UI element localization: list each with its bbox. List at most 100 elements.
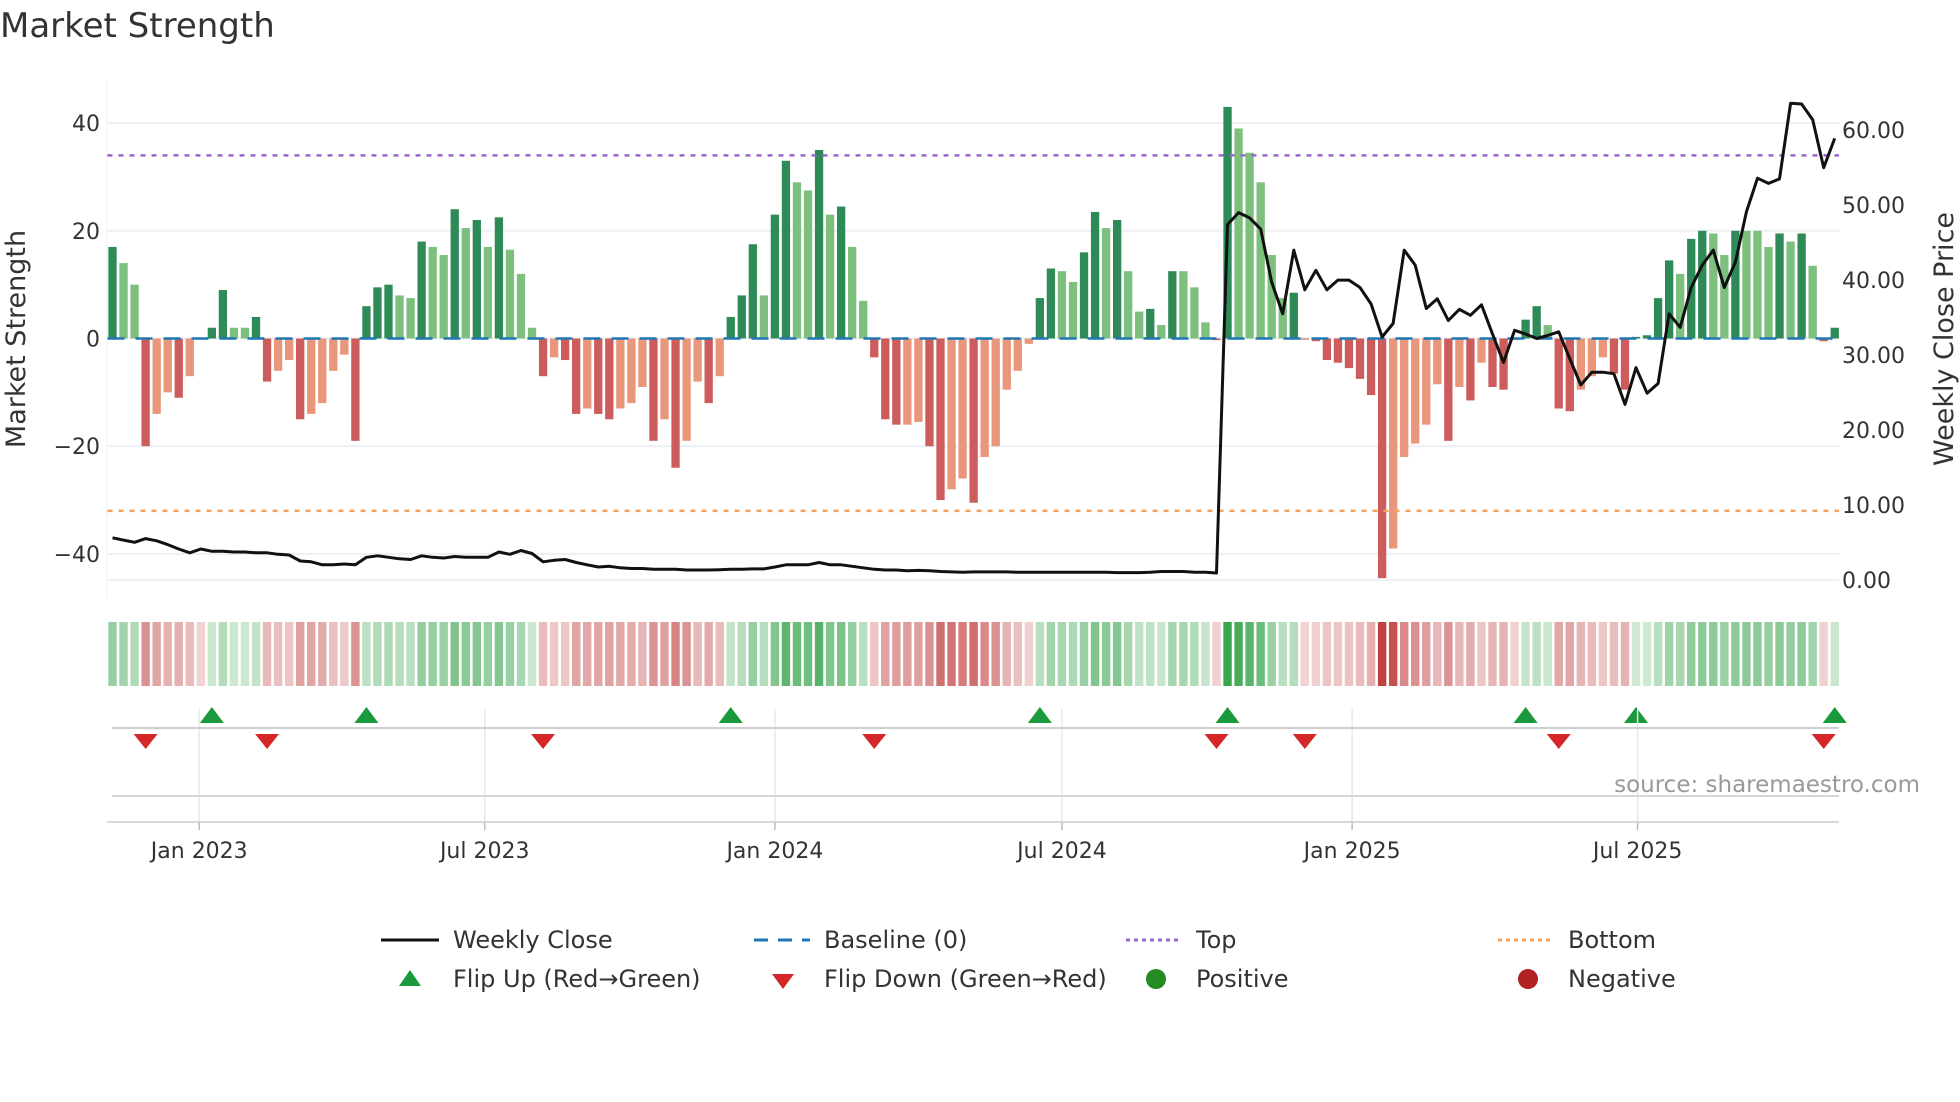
- strip-cell: [638, 622, 647, 686]
- strength-bar: [1068, 281, 1078, 339]
- legend-baseline[interactable]: Baseline (0): [754, 925, 967, 955]
- strip-cell: [549, 622, 559, 686]
- strength-bar: [1190, 287, 1199, 339]
- strength-bar: [914, 338, 923, 422]
- strength-bar: [1609, 338, 1619, 374]
- flip-up-marker: [354, 707, 379, 723]
- strength-bar: [638, 338, 647, 387]
- x-tick-label: Jan 2024: [724, 839, 823, 864]
- strength-bar: [229, 327, 239, 339]
- strength-bar: [251, 316, 261, 339]
- strip-cell: [1411, 622, 1420, 686]
- strength-bar: [737, 295, 746, 339]
- strength-bar: [318, 338, 327, 404]
- strength-bar: [1355, 338, 1365, 379]
- strength-heat-strip: [108, 622, 1839, 686]
- strip-cell: [980, 622, 989, 686]
- strip-cell: [1565, 622, 1574, 686]
- strength-bar: [759, 295, 769, 339]
- strip-cell: [1532, 622, 1541, 686]
- strip-cell: [439, 622, 448, 686]
- strip-cell: [273, 622, 283, 686]
- strength-bar: [958, 338, 967, 479]
- strip-cell: [903, 622, 912, 686]
- flip-down-marker: [133, 734, 158, 749]
- strength-bar: [1797, 233, 1806, 339]
- strength-bar: [814, 150, 824, 339]
- strength-bar: [1653, 298, 1663, 339]
- strip-cell: [1377, 622, 1387, 686]
- strip-cell: [1013, 622, 1022, 686]
- strip-cell: [1300, 622, 1310, 686]
- strip-cell: [1609, 622, 1619, 686]
- strength-bar: [649, 338, 658, 441]
- x-axis: Jan 2023 Jul 2023 Jan 2024 Jul 2024 Jan 2025…: [107, 709, 1839, 864]
- strip-cell: [307, 622, 316, 686]
- strength-bar: [594, 338, 603, 414]
- strength-bar: [472, 220, 481, 339]
- strength-bar: [1742, 230, 1751, 339]
- strength-bar: [1046, 268, 1056, 339]
- strip-cell: [1598, 622, 1608, 686]
- strip-cell: [395, 622, 404, 686]
- legend-label: Weekly Close: [453, 926, 613, 954]
- strip-cell: [185, 622, 194, 686]
- strength-bar: [1422, 338, 1431, 425]
- strength-bar: [218, 290, 228, 339]
- strength-bar: [1146, 308, 1155, 339]
- strength-bar: [384, 284, 393, 339]
- strength-bar: [892, 338, 901, 425]
- strip-cell: [947, 622, 956, 686]
- strength-bar: [1377, 338, 1387, 579]
- strip-cell: [1267, 622, 1276, 686]
- legend-weekly-close[interactable]: Weekly Close: [381, 925, 613, 955]
- legend-bottom[interactable]: Bottom: [1498, 925, 1656, 955]
- strength-bar: [1676, 273, 1685, 339]
- strength-bar: [351, 338, 360, 441]
- legend-flip-up[interactable]: Flip Up (Red→Green): [381, 964, 701, 994]
- strength-bar: [1532, 306, 1541, 339]
- strength-bar: [362, 306, 371, 339]
- strength-bar: [715, 338, 724, 377]
- strength-bar: [560, 338, 570, 361]
- strip-cell: [362, 622, 371, 686]
- x-tick-label: Jan 2025: [1302, 839, 1401, 864]
- strip-cell: [969, 622, 978, 686]
- legend-positive[interactable]: Positive: [1126, 964, 1289, 994]
- strength-bar: [1256, 182, 1265, 339]
- x-tick-label: Jul 2023: [438, 839, 530, 864]
- strip-cell: [1256, 622, 1265, 686]
- strip-cell: [240, 622, 250, 686]
- left-axis-ticks: 40 20 0 −20 −40: [54, 112, 100, 568]
- strength-bar: [704, 338, 713, 404]
- legend-flip-down[interactable]: Flip Down (Green→Red): [754, 964, 1107, 994]
- strength-bar: [1455, 338, 1464, 387]
- flip-up-marker: [1624, 707, 1649, 723]
- strength-bar: [505, 249, 515, 339]
- legend-negative[interactable]: Negative: [1498, 964, 1676, 994]
- y2-tick-label: 40.00: [1842, 269, 1905, 294]
- strength-bar: [1808, 265, 1817, 339]
- strength-bar: [1587, 338, 1597, 377]
- strip-cell: [1057, 622, 1067, 686]
- legend-top[interactable]: Top: [1126, 925, 1237, 955]
- strip-cell: [859, 622, 868, 686]
- flip-down-marker: [1546, 734, 1571, 749]
- strength-bar: [538, 338, 548, 377]
- strength-bar: [1322, 338, 1332, 361]
- strip-cell: [1388, 622, 1398, 686]
- strength-bar: [1035, 298, 1045, 339]
- y2-tick-label: 10.00: [1842, 494, 1905, 519]
- strip-cell: [682, 622, 691, 686]
- strip-cell: [329, 622, 338, 686]
- strength-bar: [770, 214, 780, 339]
- x-tick-label: Jul 2025: [1591, 839, 1683, 864]
- strength-bar: [748, 244, 757, 339]
- x-tick-label: Jan 2023: [149, 839, 248, 864]
- strip-cell: [406, 622, 415, 686]
- strip-cell: [1157, 622, 1166, 686]
- strength-bar: [1157, 325, 1166, 339]
- strip-cell: [428, 622, 437, 686]
- strength-bars: [108, 106, 1839, 579]
- strength-bar: [605, 338, 614, 420]
